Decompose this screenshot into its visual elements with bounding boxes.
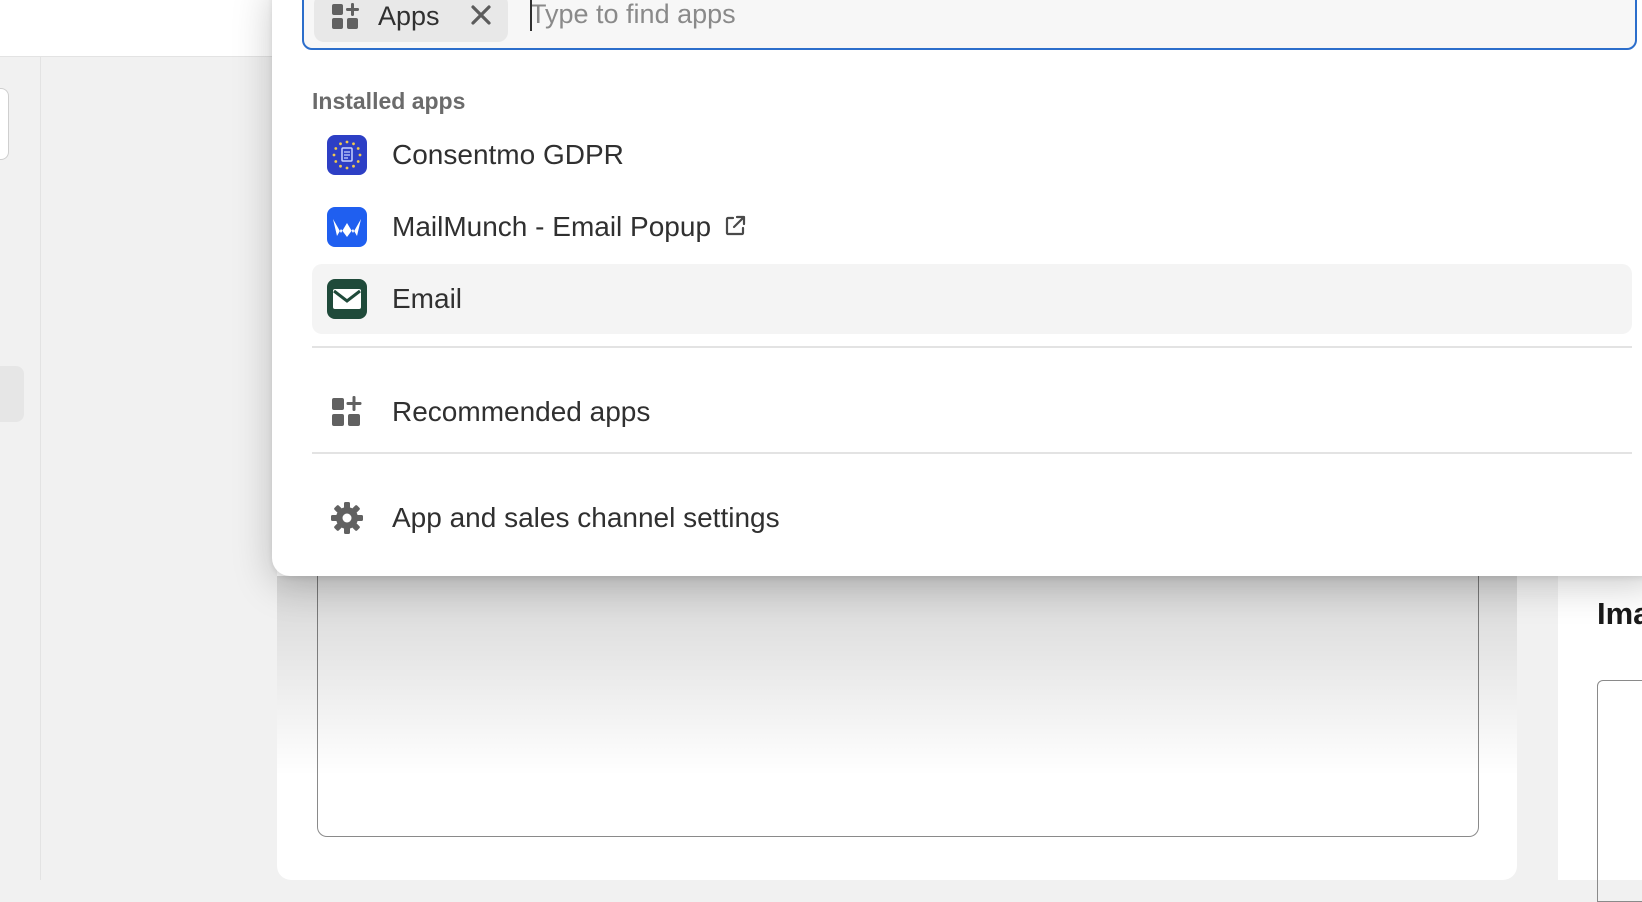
external-link-icon (725, 215, 746, 236)
recommended-apps-item[interactable]: Recommended apps (312, 377, 1632, 447)
app-item-email[interactable]: Email (312, 264, 1632, 334)
divider (312, 452, 1632, 454)
apps-filter-chip: Apps (314, 0, 508, 42)
side-card-heading: Ima (1597, 596, 1642, 631)
app-settings-item[interactable]: App and sales channel settings (312, 483, 1632, 553)
app-label-text: MailMunch - Email Popup (392, 211, 712, 242)
consentmo-gdpr-icon (327, 135, 367, 175)
text-caret (530, 0, 532, 31)
app-label: Email (392, 283, 463, 314)
recommended-apps-label: Recommended apps (392, 396, 651, 427)
media-dropzone[interactable] (1597, 680, 1642, 902)
app-label: MailMunch - Email Popup (392, 211, 747, 243)
apps-icon (332, 3, 359, 29)
app-item-consentmo-gdpr[interactable]: Consentmo GDPR (312, 120, 1632, 190)
sidebar-divider (40, 57, 41, 880)
gear-icon (331, 502, 363, 534)
description-textarea[interactable] (317, 540, 1479, 837)
divider (312, 346, 1632, 348)
app-item-mailmunch[interactable]: MailMunch - Email Popup (312, 192, 1632, 262)
apps-add-icon (332, 396, 362, 426)
email-icon (327, 279, 367, 319)
close-icon[interactable] (466, 0, 496, 30)
sidebar-item-selected[interactable] (0, 366, 24, 422)
search-input[interactable] (530, 0, 1590, 32)
app-label: Consentmo GDPR (392, 139, 624, 170)
sidebar-search-box[interactable] (0, 88, 9, 160)
mailmunch-icon (327, 207, 367, 247)
apps-chip-label: Apps (378, 1, 440, 31)
app-settings-label: App and sales channel settings (392, 502, 780, 533)
installed-apps-heading: Installed apps (312, 88, 466, 114)
